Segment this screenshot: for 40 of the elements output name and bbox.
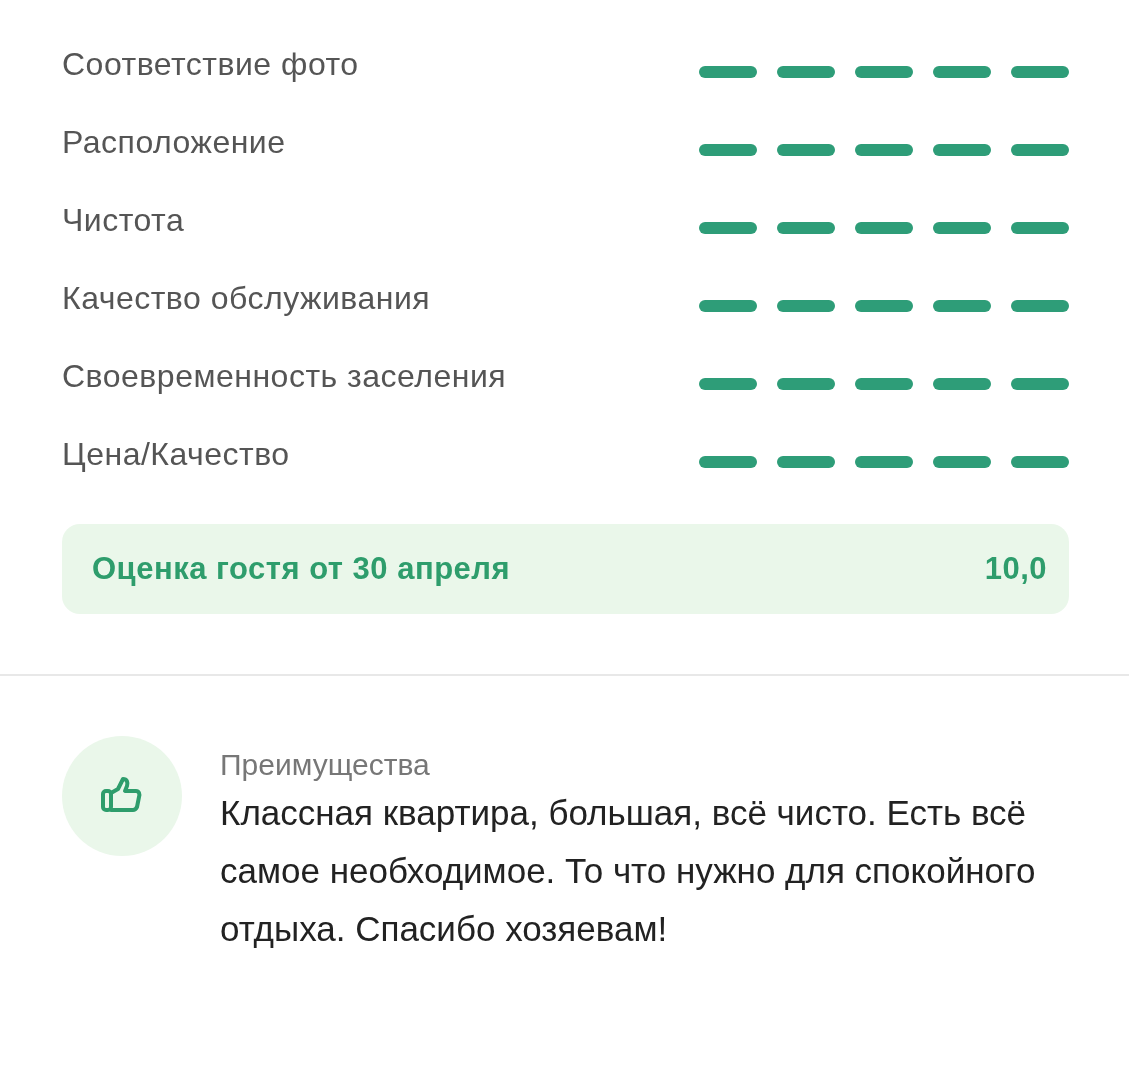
rating-segment [699,222,757,234]
rating-segment [933,66,991,78]
rating-segment [1011,300,1069,312]
rating-segment [855,144,913,156]
rating-segment [855,378,913,390]
rating-segment [699,456,757,468]
review-heading: Преимущества [220,748,430,782]
rating-segment [855,300,913,312]
rating-segment [855,456,913,468]
rating-segment [1011,66,1069,78]
rating-label: Цена/Качество [62,435,290,473]
rating-label: Расположение [62,123,286,161]
rating-label: Качество обслуживания [62,279,431,317]
rating-segment [699,300,757,312]
rating-segment [933,378,991,390]
rating-segment [1011,222,1069,234]
score-value: 10,0 [984,551,1047,587]
rating-segment [1011,456,1069,468]
rating-segment [933,300,991,312]
rating-segment [933,456,991,468]
rating-segment [777,144,835,156]
rating-label: Соответствие фото [62,45,359,83]
score-label: Оценка гостя от 30 апреля [92,551,511,587]
rating-segment [699,144,757,156]
rating-segment [777,378,835,390]
rating-segment [699,378,757,390]
rating-segment [1011,144,1069,156]
rating-label: Чистота [62,201,185,239]
rating-segment [777,222,835,234]
rating-segment [777,456,835,468]
rating-segment [777,300,835,312]
rating-segment [933,144,991,156]
rating-segment [855,66,913,78]
rating-segment [855,222,913,234]
rating-segment [1011,378,1069,390]
rating-segment [777,66,835,78]
rating-label: Своевременность заселения [62,357,507,395]
rating-segment [933,222,991,234]
review-text: Классная квартира, большая, всё чисто. Есть всё самое необходимое. То что нужно для спокойного отдыха. Спасибо хозяевам! [220,792,1037,950]
rating-segment [699,66,757,78]
